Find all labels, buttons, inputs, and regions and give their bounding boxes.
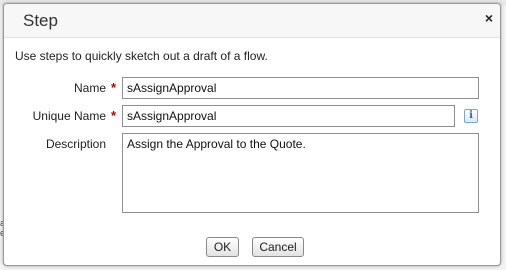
step-dialog: Step × Use steps to quickly sketch out a… [3,3,501,266]
unique-name-required-marker: * [111,108,117,123]
name-label: Name [73,81,106,95]
close-icon[interactable]: × [485,10,493,26]
dialog-title-bar: Step × [4,4,500,38]
name-input[interactable] [122,77,479,99]
dialog-title: Step [23,11,58,30]
info-icon[interactable]: i [464,109,478,123]
ok-button[interactable]: OK [206,237,239,257]
cancel-button[interactable]: Cancel [252,237,304,257]
intro-text: Use steps to quickly sketch out a draft … [15,49,268,63]
description-label: Description [45,137,106,151]
unique-name-label: Unique Name [32,109,106,123]
unique-name-input[interactable] [122,105,455,127]
description-textarea[interactable]: Assign the Approval to the Quote. [122,133,479,213]
name-required-marker: * [111,80,117,95]
